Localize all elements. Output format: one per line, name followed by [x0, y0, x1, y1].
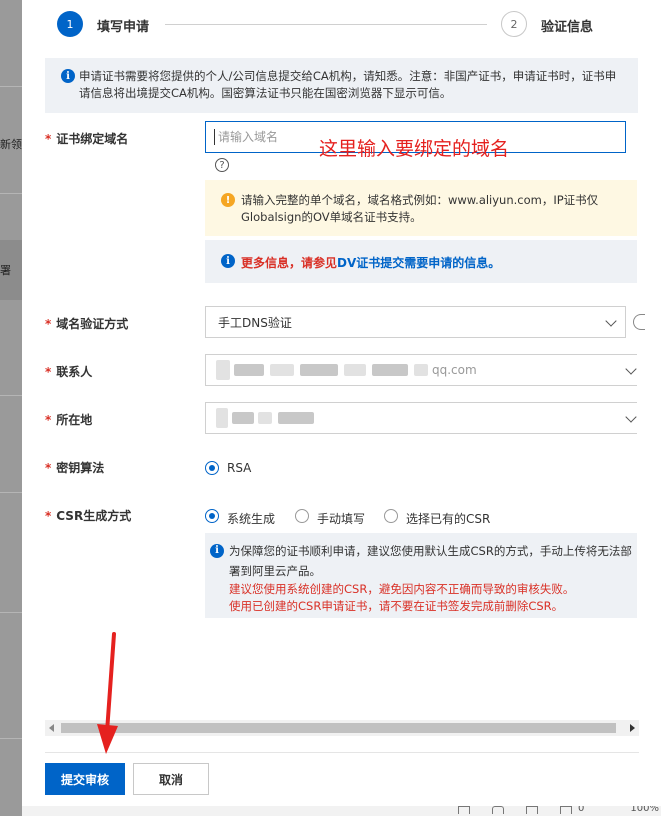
csr-warning-line-1: 建议您使用系统创建的CSR，避免因内容不正确而导致的审核失败。 [229, 582, 575, 596]
location-label: * 所在地 [45, 411, 92, 428]
redacted-block [216, 408, 228, 428]
cancel-button[interactable]: 取消 [133, 763, 209, 795]
domain-label-text: 证书绑定域名 [56, 132, 129, 146]
csr-system-label[interactable]: 系统生成 [227, 510, 275, 527]
chevron-down-icon [625, 411, 637, 423]
redacted-block [258, 412, 272, 424]
background-text-fragment: 新领 [0, 138, 22, 151]
redacted-block [300, 364, 338, 376]
required-mark: * [45, 461, 52, 475]
scroll-left-icon[interactable] [49, 724, 54, 732]
text-caret [214, 129, 215, 145]
more-info-suffix: 。 [488, 256, 501, 270]
required-mark: * [45, 132, 52, 146]
background-divider [0, 612, 22, 613]
step-2-label: 验证信息 [541, 20, 594, 35]
rsa-radio[interactable] [205, 461, 219, 475]
background-divider [0, 86, 22, 87]
verify-method-value: 手工DNS验证 [218, 315, 292, 330]
csr-method-label-text: CSR生成方式 [56, 509, 132, 523]
contact-label-text: 联系人 [56, 365, 93, 379]
step-indicator: 1 填写申请 2 验证信息 [57, 11, 647, 39]
redacted-block [270, 364, 294, 376]
domain-annotation: 这里输入要绑定的域名 [319, 138, 510, 160]
ca-notice-text: 申请证书需要将您提供的个人/公司信息提交给CA机构，请知悉。注意：非国产证书，申… [79, 69, 617, 100]
csr-warning-line-2: 使用已创建的CSR申请证书，请不要在证书签发完成前删除CSR。 [229, 599, 564, 613]
monitor-icon [458, 806, 470, 814]
csr-info-banner: i 为保障您的证书顺利申请，建议您使用默认生成CSR的方式，手动上传将无法部署到… [205, 533, 637, 618]
rsa-radio-label[interactable]: RSA [227, 461, 251, 475]
verify-method-label: * 域名验证方式 [45, 315, 128, 332]
step-1-label: 填写申请 [97, 20, 150, 35]
contact-label: * 联系人 [45, 363, 92, 380]
contact-email-suffix: qq.com [432, 363, 477, 377]
speaker-icon [492, 806, 504, 814]
background-divider [0, 395, 22, 396]
redacted-block [216, 360, 230, 380]
csr-info-text: 为保障您的证书顺利申请，建议您使用默认生成CSR的方式，手动上传将无法部署到阿里… [229, 544, 632, 578]
download-icon [560, 806, 572, 814]
verify-method-select[interactable]: 手工DNS验证 [205, 306, 626, 338]
redacted-block [234, 364, 264, 376]
ca-notice-banner: i 申请证书需要将您提供的个人/公司信息提交给CA机构，请知悉。注意：非国产证书… [45, 58, 638, 113]
redacted-block [278, 412, 314, 424]
csr-manual-label[interactable]: 手动填写 [317, 510, 365, 527]
more-info-prefix: 更多信息，请参见 [241, 256, 338, 270]
required-mark: * [45, 413, 52, 427]
key-algorithm-label: * 密钥算法 [45, 459, 104, 476]
domain-field-label: * 证书绑定域名 [45, 130, 128, 147]
csr-method-label: * CSR生成方式 [45, 507, 131, 524]
info-icon: i [61, 69, 75, 83]
domain-format-warning: ! 请输入完整的单个域名，域名格式例如：www.aliyun.com，IP证书仅… [205, 180, 637, 236]
info-icon: i [221, 254, 235, 268]
horizontal-scrollbar[interactable] [45, 720, 639, 736]
chevron-down-icon [605, 315, 617, 327]
csr-manual-radio[interactable] [295, 509, 309, 523]
question-icon[interactable]: ? [215, 158, 229, 172]
step-connector [165, 24, 487, 25]
chevron-down-icon [625, 363, 637, 375]
location-select[interactable] [205, 402, 637, 434]
red-arrow-annotation [97, 632, 118, 754]
redacted-block [372, 364, 408, 376]
verify-method-label-text: 域名验证方式 [56, 317, 129, 331]
step-2-circle: 2 [501, 11, 527, 37]
csr-existing-radio[interactable] [384, 509, 398, 523]
location-label-text: 所在地 [56, 413, 93, 427]
background-divider [0, 738, 22, 739]
domain-warning-text: 请输入完整的单个域名，域名格式例如：www.aliyun.com，IP证书仅Gl… [241, 193, 599, 224]
required-mark: * [45, 365, 52, 379]
csr-existing-label[interactable]: 选择已有的CSR [406, 510, 490, 527]
help-icon-fragment [633, 314, 645, 330]
background-divider [0, 193, 22, 194]
redacted-block [344, 364, 366, 376]
background-divider [0, 492, 22, 493]
download-count: 0 [578, 806, 585, 814]
submit-review-button[interactable]: 提交审核 [45, 763, 125, 795]
csr-system-radio[interactable] [205, 509, 219, 523]
scrollbar-thumb[interactable] [61, 723, 616, 733]
zoom-level[interactable]: 100% [630, 806, 659, 814]
background-page-strip: 新领 署 [0, 0, 22, 816]
required-mark: * [45, 317, 52, 331]
info-icon: i [210, 544, 224, 558]
key-algorithm-label-text: 密钥算法 [56, 461, 105, 475]
print-icon [526, 806, 538, 814]
background-text-fragment: 署 [0, 264, 11, 277]
certificate-application-panel: 1 填写申请 2 验证信息 i 申请证书需要将您提供的个人/公司信息提交给CA机… [22, 0, 661, 806]
warning-icon: ! [221, 193, 235, 207]
footer-divider [45, 752, 639, 753]
browser-status-bar: 0 100% [22, 806, 661, 816]
redacted-block [414, 364, 428, 376]
required-mark: * [45, 509, 52, 523]
redacted-block [232, 412, 254, 424]
dv-info-link[interactable]: DV证书提交需要申请的信息 [337, 256, 488, 270]
scroll-right-icon[interactable] [630, 724, 635, 732]
more-info-banner: i 更多信息，请参见DV证书提交需要申请的信息。 [205, 240, 637, 283]
step-1-circle: 1 [57, 11, 83, 37]
contact-select[interactable]: qq.com [205, 354, 637, 386]
